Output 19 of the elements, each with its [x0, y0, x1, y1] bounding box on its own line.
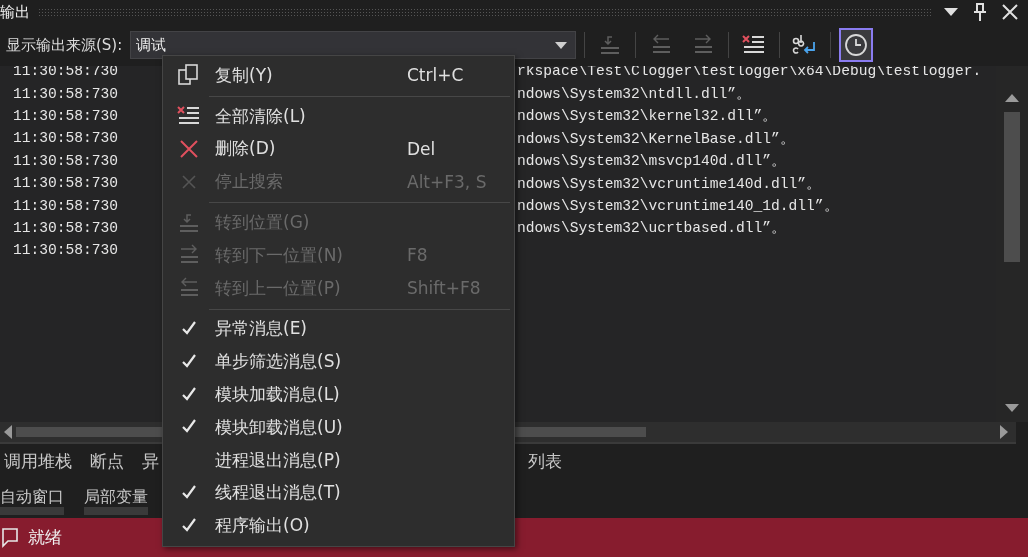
log-time: 11:30:58:730 — [13, 175, 119, 192]
log-text: ndows\System32\msvcp140d.dll”。 — [517, 152, 787, 171]
log-time: 11:30:58:730 — [13, 107, 119, 124]
source-label: 显示输出来源(S): — [6, 35, 123, 55]
log-text: ndows\System32\ntdll.dll”。 — [517, 85, 752, 104]
log-time: 11:30:58:730 — [13, 197, 119, 214]
panel-title: 输出 — [0, 2, 30, 22]
log-text: ndows\System32\kernel32.dll”。 — [517, 107, 778, 126]
log-text: ndows\System32\ucrtbased.dll”。 — [517, 219, 787, 238]
log-text: ndows\System32\KernelBase.dll”。 — [517, 129, 795, 148]
log-time: 11:30:58:730 — [13, 152, 119, 169]
log-time: 11:30:58:730 — [13, 219, 119, 236]
log-time: 11:30:58:730 — [13, 66, 119, 80]
log-time: 11:30:58:730 — [13, 242, 119, 259]
log-time: 11:30:58:730 — [13, 85, 119, 102]
log-text: ndows\System32\vcruntime140d.dll”。 — [517, 174, 822, 193]
log-time: 11:30:58:730 — [13, 130, 119, 147]
log-text: ndows\System32\vcruntime140_1d.dll”。 — [517, 197, 839, 216]
status-text: 就绪 — [28, 526, 62, 549]
